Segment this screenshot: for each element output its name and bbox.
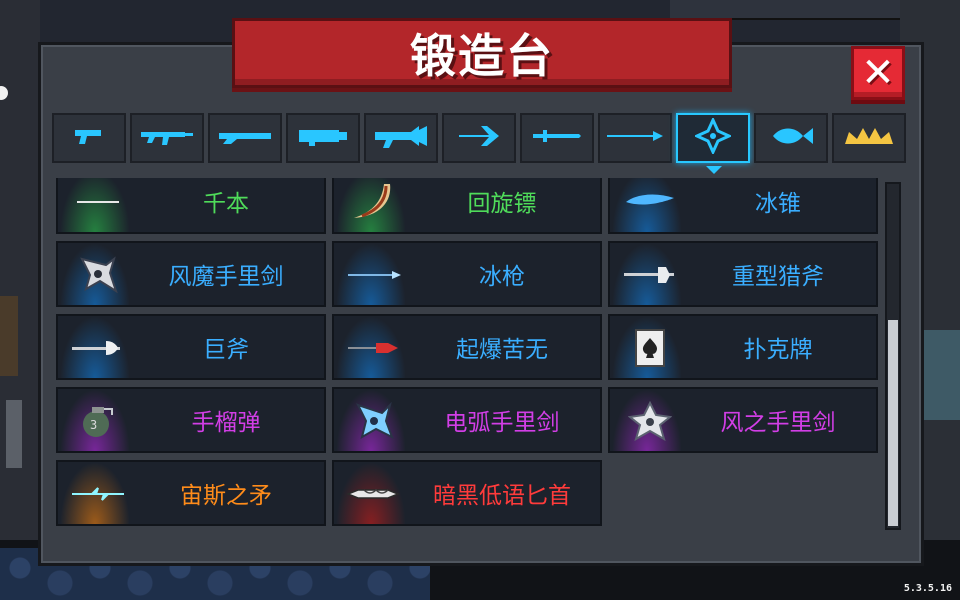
boomerang-icon: [344, 182, 404, 222]
item-slot[interactable]: 风之手里剑: [608, 387, 878, 453]
item-slot[interactable]: 暗黑低语匕首: [332, 460, 602, 526]
dark-dagger-icon: [344, 474, 404, 514]
active-tab-indicator-icon: [706, 166, 722, 174]
tab-pistol[interactable]: [52, 113, 126, 163]
tab-rifle[interactable]: [130, 113, 204, 163]
shotgun-icon: [217, 124, 273, 152]
tab-throwing[interactable]: [676, 113, 750, 163]
grenade-icon: 3: [68, 401, 128, 441]
tab-crown[interactable]: [832, 113, 906, 163]
giant-axe-icon: [68, 328, 128, 368]
item-slot[interactable]: 千本: [56, 178, 326, 234]
bow-icon: [455, 122, 503, 154]
page-title: 锻造台: [410, 29, 554, 83]
tab-spear[interactable]: [598, 113, 672, 163]
item-slot[interactable]: 冰锥: [608, 178, 878, 234]
tab-shotgun[interactable]: [208, 113, 282, 163]
scrollbar[interactable]: [885, 182, 901, 530]
item-slot[interactable]: 宙斯之矛: [56, 460, 326, 526]
item-name: 千本: [203, 191, 249, 217]
background-character: [0, 296, 18, 376]
item-name: 起爆苦无: [456, 337, 548, 363]
icicle-icon: [620, 182, 680, 222]
item-slot[interactable]: 重型猎斧: [608, 241, 878, 307]
launcher-icon: [295, 124, 351, 152]
crown-icon: [841, 124, 897, 152]
sword-icon: [531, 124, 583, 152]
item-slot[interactable]: 电弧手里剑: [332, 387, 602, 453]
item-name: 手榴弹: [191, 410, 261, 436]
background-canister: [6, 400, 22, 468]
tab-launcher[interactable]: [286, 113, 360, 163]
item-name: 回旋镖: [467, 191, 537, 217]
wind-shuriken-icon: [620, 401, 680, 441]
tab-bow[interactable]: [442, 113, 516, 163]
ice-spear-icon: [344, 255, 404, 295]
tab-fish[interactable]: [754, 113, 828, 163]
item-name: 巨斧: [203, 337, 249, 363]
zeus-spear-icon: [68, 474, 128, 514]
item-name: 风魔手里剑: [168, 264, 284, 290]
item-name: 风之手里剑: [720, 410, 836, 436]
tab-sword[interactable]: [520, 113, 594, 163]
title-banner: 锻造台: [232, 18, 732, 88]
arc-shuriken-icon: [344, 401, 404, 441]
fish-icon: [767, 124, 815, 152]
item-grid: 千本 回旋镖 冰锥风魔手里剑 冰枪 重型猎斧巨斧 起爆苦无 扑克牌 3 手榴弹 电弧手里剑 风之手里…: [56, 178, 882, 532]
scrollbar-thumb[interactable]: [888, 320, 898, 526]
throwing-icon: [693, 116, 733, 158]
item-name: 电弧手里剑: [444, 410, 560, 436]
hunting-axe-icon: [620, 255, 680, 295]
close-button[interactable]: ✕: [851, 46, 905, 100]
item-slot[interactable]: 冰枪: [332, 241, 602, 307]
item-name: 暗黑低语匕首: [433, 483, 571, 509]
shuriken-icon: [68, 255, 128, 295]
item-name: 冰枪: [479, 264, 525, 290]
close-icon: ✕: [861, 50, 895, 96]
kunai-icon: [344, 328, 404, 368]
item-slot[interactable]: 3 手榴弹: [56, 387, 326, 453]
needle-icon: [68, 182, 128, 222]
tab-laser-gun[interactable]: [364, 113, 438, 163]
item-slot[interactable]: 起爆苦无: [332, 314, 602, 380]
item-name: 冰锥: [755, 191, 801, 217]
item-slot[interactable]: 巨斧: [56, 314, 326, 380]
version-label: 5.3.5.16: [903, 583, 952, 594]
item-name: 宙斯之矛: [180, 483, 272, 509]
laser-gun-icon: [373, 122, 429, 154]
item-name: 扑克牌: [743, 337, 813, 363]
rifle-icon: [139, 124, 195, 152]
svg-text:3: 3: [90, 418, 97, 432]
spear-icon: [605, 128, 665, 148]
item-name: 重型猎斧: [732, 264, 824, 290]
item-slot[interactable]: 风魔手里剑: [56, 241, 326, 307]
category-tabs: [52, 113, 908, 165]
item-slot[interactable]: 回旋镖: [332, 178, 602, 234]
item-slot[interactable]: 扑克牌: [608, 314, 878, 380]
pistol-icon: [69, 124, 109, 152]
poker-card-icon: [620, 328, 680, 368]
background-machine: [922, 330, 960, 420]
